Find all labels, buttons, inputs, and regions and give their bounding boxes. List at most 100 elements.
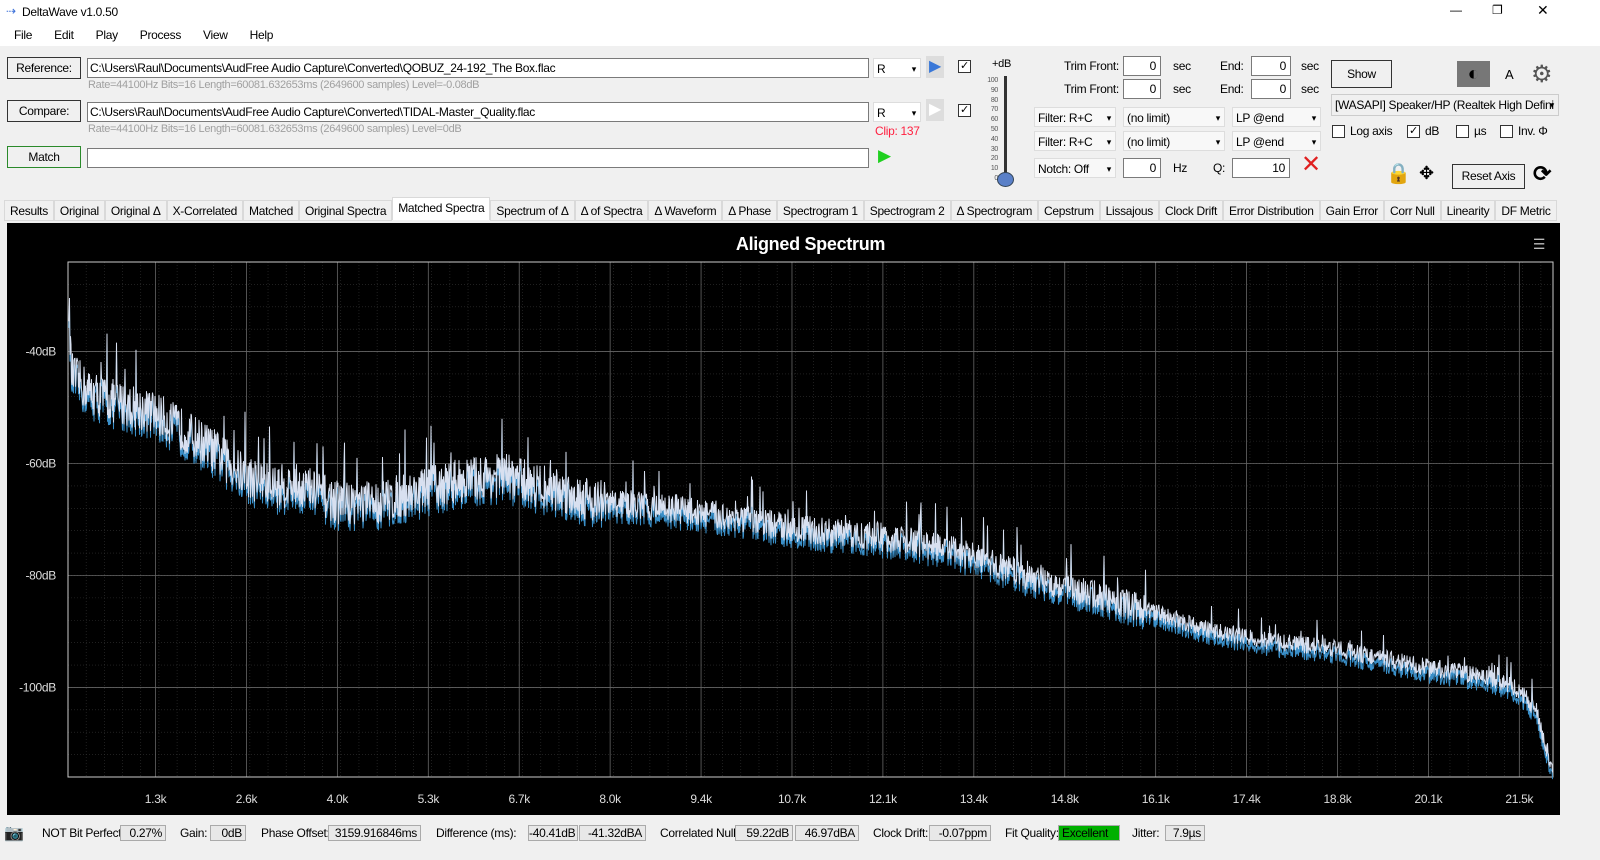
tab-results[interactable]: Results bbox=[4, 200, 54, 221]
tab-error-distribution[interactable]: Error Distribution bbox=[1223, 200, 1320, 221]
match-button[interactable]: Match bbox=[7, 146, 81, 168]
tab-matched-spectra[interactable]: Matched Spectra bbox=[392, 197, 491, 220]
maximize-button[interactable]: ❐ bbox=[1492, 3, 1503, 17]
x-tick-label: 9.4k bbox=[690, 792, 713, 806]
lp-select-2[interactable]: LP @end bbox=[1232, 131, 1321, 152]
minimize-button[interactable]: — bbox=[1450, 3, 1462, 17]
x-tick-label: 5.3k bbox=[418, 792, 441, 806]
tab-lissajous[interactable]: Lissajous bbox=[1099, 200, 1159, 221]
app-icon: ⇢ bbox=[6, 4, 16, 18]
compare-path-input[interactable]: C:\Users\Raul\Documents\AudFree Audio Ca… bbox=[87, 102, 869, 122]
filter-select-1[interactable]: Filter: R+C bbox=[1034, 107, 1116, 128]
tab-original-[interactable]: Original Δ bbox=[104, 200, 167, 221]
correlated-null-label: Correlated Null: bbox=[660, 826, 739, 840]
menu-file[interactable]: File bbox=[14, 28, 32, 42]
cmp-trim-front-input[interactable]: 0 bbox=[1123, 79, 1161, 99]
tab--phase[interactable]: Δ Phase bbox=[722, 200, 777, 221]
tab-spectrogram-2[interactable]: Spectrogram 2 bbox=[863, 200, 951, 221]
x-tick-label: 13.4k bbox=[960, 792, 989, 806]
clear-filter-icon[interactable]: ✕ bbox=[1301, 153, 1321, 177]
slider-tick: 50 bbox=[990, 125, 998, 133]
play-compare-icon[interactable]: ▶ bbox=[926, 99, 944, 121]
q-label: Q: bbox=[1213, 161, 1226, 175]
tab-cepstrum[interactable]: Cepstrum bbox=[1038, 200, 1100, 221]
lp-select-1[interactable]: LP @end bbox=[1232, 107, 1321, 128]
q-input[interactable]: 10 bbox=[1232, 158, 1290, 178]
slider-tick: 100 bbox=[987, 77, 998, 84]
y-tick-label: -100dB bbox=[19, 680, 56, 694]
reference-path-input[interactable]: C:\Users\Raul\Documents\AudFree Audio Ca… bbox=[87, 58, 869, 78]
show-button[interactable]: Show bbox=[1331, 60, 1392, 88]
slider-tick: 60 bbox=[990, 116, 998, 124]
ref-trim-front-input[interactable]: 0 bbox=[1123, 56, 1161, 76]
match-play-icon[interactable]: ▶ bbox=[878, 146, 891, 166]
tab-original[interactable]: Original bbox=[53, 200, 105, 221]
gain-slider-track[interactable] bbox=[1004, 76, 1007, 180]
tab-spectrum-of-[interactable]: Spectrum of Δ bbox=[490, 200, 575, 221]
play-reference-icon[interactable]: ▶ bbox=[926, 56, 944, 78]
reference-button[interactable]: Reference: bbox=[7, 57, 81, 79]
ref-trim-end-input[interactable]: 0 bbox=[1251, 56, 1291, 76]
log-axis-checkbox[interactable] bbox=[1332, 125, 1345, 138]
cmp-trim-end-input[interactable]: 0 bbox=[1251, 79, 1291, 99]
reference-checkbox[interactable]: ✓ bbox=[958, 60, 971, 73]
tab-corr-null[interactable]: Corr Null bbox=[1384, 200, 1441, 221]
compare-checkbox[interactable]: ✓ bbox=[958, 104, 971, 117]
gear-icon[interactable]: ⚙ bbox=[1531, 60, 1553, 89]
contrast-icon[interactable]: ◐ bbox=[1457, 61, 1490, 87]
tab--waveform[interactable]: Δ Waveform bbox=[648, 200, 723, 221]
match-progress bbox=[87, 148, 869, 168]
font-button[interactable]: A bbox=[1505, 67, 1514, 82]
invert-phase-checkbox[interactable] bbox=[1500, 125, 1513, 138]
tab--of-spectra[interactable]: Δ of Spectra bbox=[574, 200, 649, 221]
menu-play[interactable]: Play bbox=[96, 28, 118, 42]
slider-tick: 80 bbox=[990, 96, 998, 104]
compare-channel-select[interactable]: R bbox=[873, 102, 921, 123]
tab-df-metric[interactable]: DF Metric bbox=[1495, 200, 1557, 221]
menu-view[interactable]: View bbox=[203, 28, 228, 42]
db-checkbox[interactable]: ✓ bbox=[1407, 125, 1420, 138]
limit-select-2[interactable]: (no limit) bbox=[1123, 131, 1225, 152]
x-tick-label: 10.7k bbox=[778, 792, 807, 806]
jitter-value: 7.9µs bbox=[1165, 825, 1205, 841]
notch-hz-input[interactable]: 0 bbox=[1123, 158, 1161, 178]
tab-clock-drift[interactable]: Clock Drift bbox=[1158, 200, 1224, 221]
camera-icon[interactable]: 📷 bbox=[4, 823, 24, 843]
close-button[interactable]: ✕ bbox=[1537, 2, 1549, 19]
notch-select[interactable]: Notch: Off bbox=[1034, 158, 1116, 179]
title-bar: ⇢ DeltaWave v1.0.50 — ❐ ✕ bbox=[0, 0, 1600, 24]
output-device-select[interactable]: [WASAPI] Speaker/HP (Realtek High Defini bbox=[1331, 94, 1559, 116]
jitter-label: Jitter: bbox=[1132, 826, 1160, 840]
tab-gain-error[interactable]: Gain Error bbox=[1319, 200, 1385, 221]
gain-slider-thumb[interactable] bbox=[997, 172, 1014, 187]
tab-linearity[interactable]: Linearity bbox=[1440, 200, 1496, 221]
filter-select-2[interactable]: Filter: R+C bbox=[1034, 131, 1116, 152]
reset-axis-button[interactable]: Reset Axis bbox=[1452, 164, 1525, 189]
y-tick-label: -60dB bbox=[25, 457, 56, 471]
tab-matched[interactable]: Matched bbox=[243, 200, 299, 221]
reference-channel-select[interactable]: R bbox=[873, 58, 921, 79]
menu-process[interactable]: Process bbox=[140, 28, 182, 42]
tab-spectrogram-1[interactable]: Spectrogram 1 bbox=[776, 200, 864, 221]
phase-offset-label: Phase Offset: bbox=[261, 826, 330, 840]
window-title: DeltaWave v1.0.50 bbox=[22, 5, 118, 19]
compare-button[interactable]: Compare: bbox=[7, 100, 81, 122]
limit-select-1[interactable]: (no limit) bbox=[1123, 107, 1225, 128]
difference-label: Difference (ms): bbox=[436, 826, 517, 840]
bit-perfect-value: 0.27% bbox=[120, 825, 166, 841]
tab-x-correlated[interactable]: X-Correlated bbox=[166, 200, 244, 221]
menu-edit[interactable]: Edit bbox=[54, 28, 74, 42]
slider-tick: 20 bbox=[990, 155, 998, 163]
move-icon[interactable]: ✥ bbox=[1419, 163, 1434, 184]
us-checkbox[interactable] bbox=[1456, 125, 1469, 138]
menu-help[interactable]: Help bbox=[250, 28, 274, 42]
cmp-end-label: End: bbox=[1220, 82, 1244, 96]
slider-tick: 40 bbox=[990, 135, 998, 143]
refresh-icon[interactable]: ⟳ bbox=[1533, 161, 1551, 187]
tab--spectrogram[interactable]: Δ Spectrogram bbox=[950, 200, 1039, 221]
correlated-null-db: 59.22dB bbox=[735, 825, 793, 841]
chart-options-icon[interactable]: ☰ bbox=[1533, 236, 1546, 252]
tab-original-spectra[interactable]: Original Spectra bbox=[298, 200, 393, 221]
lock-icon[interactable]: 🔒 bbox=[1386, 161, 1411, 186]
ref-trim-front-label: Trim Front: bbox=[1064, 59, 1119, 73]
